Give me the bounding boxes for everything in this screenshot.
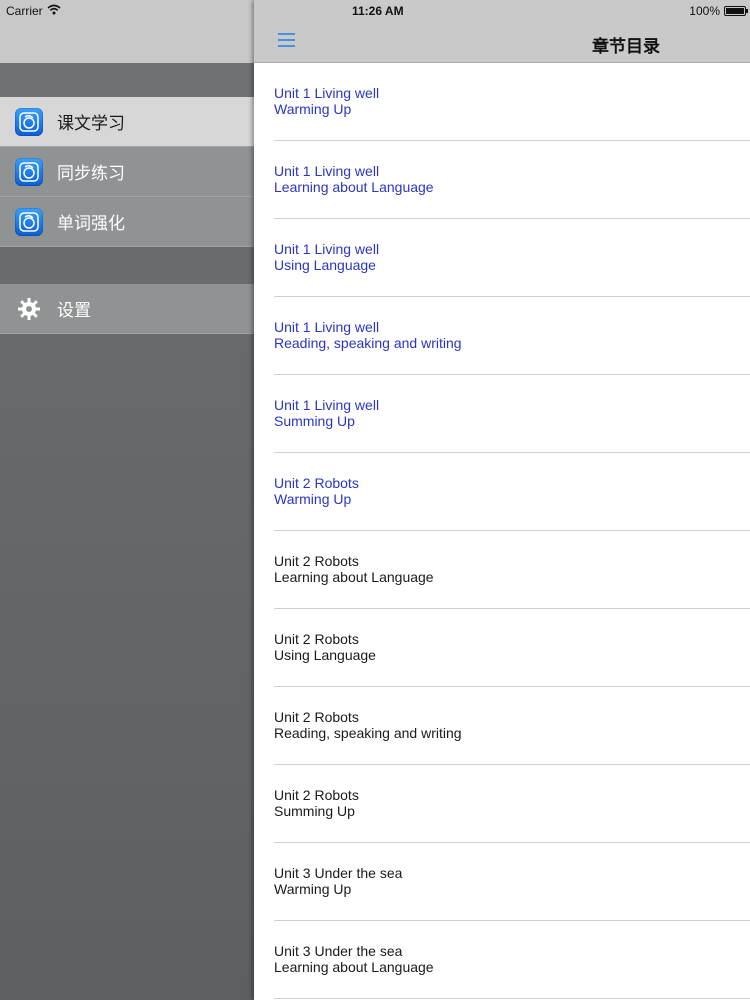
sidebar-item-practice[interactable]: 同步练习 xyxy=(0,147,256,197)
chapter-unit: Unit 1 Living well xyxy=(274,397,380,413)
chapter-section: Reading, speaking and writing xyxy=(274,725,462,741)
page-title: 章节目录 xyxy=(592,37,660,56)
chapter-unit: Unit 2 Robots xyxy=(274,553,359,569)
chapter-row[interactable]: Unit 2 Robots Using Language xyxy=(254,609,750,687)
chapter-section: Warming Up xyxy=(274,101,352,117)
carrier-indicator: Carrier xyxy=(6,4,61,18)
chapter-row[interactable]: Unit 3 Under the sea Learning about Langu… xyxy=(254,921,750,999)
wifi-icon xyxy=(47,4,61,18)
chapter-unit: Unit 1 Living well xyxy=(274,319,380,335)
sidebar-item-label: 同步练习 xyxy=(57,164,125,183)
app-icon xyxy=(15,207,43,236)
app-icon xyxy=(15,107,43,136)
chapter-unit: Unit 2 Robots xyxy=(274,709,359,725)
chapter-section: Using Language xyxy=(274,647,376,663)
sidebar-menu: 课文学习 同步练习 单词强化 xyxy=(0,97,256,247)
chapter-section: Warming Up xyxy=(274,881,352,897)
chapter-row[interactable]: Unit 2 Robots Warming Up xyxy=(254,453,750,531)
chapter-list: Unit 1 Living well Warming Up Unit 1 Livin… xyxy=(254,63,750,999)
chapter-unit: Unit 2 Robots xyxy=(274,475,359,491)
app-icon xyxy=(15,157,43,186)
chapter-row[interactable]: Unit 1 Living well Learning about Languag… xyxy=(254,141,750,219)
chapter-unit: Unit 2 Robots xyxy=(274,787,359,803)
battery-icon xyxy=(724,6,748,16)
chapter-section: Warming Up xyxy=(274,491,352,507)
chapter-section: Learning about Language xyxy=(274,569,434,585)
sidebar: 课文学习 同步练习 单词强化 设置 xyxy=(0,0,256,1000)
sidebar-settings-group: 设置 xyxy=(0,284,256,334)
sidebar-item-label: 课文学习 xyxy=(57,114,125,133)
status-bar: Carrier 11:26 AM 100% xyxy=(0,0,750,22)
chapter-section: Using Language xyxy=(274,257,376,273)
chapter-row[interactable]: Unit 1 Living well Warming Up xyxy=(254,63,750,141)
chapter-section: Summing Up xyxy=(274,803,355,819)
chapter-row[interactable]: Unit 1 Living well Using Language xyxy=(254,219,750,297)
chapter-panel: 章节目录 Unit 1 Living well Warming Up Unit 1 … xyxy=(254,0,750,1000)
sidebar-item-label: 单词强化 xyxy=(57,214,125,233)
chapter-row[interactable]: Unit 2 Robots Learning about Language xyxy=(254,531,750,609)
battery-indicator: 100% xyxy=(689,4,748,18)
carrier-label: Carrier xyxy=(6,4,43,18)
sidebar-item-settings[interactable]: 设置 xyxy=(0,284,256,334)
chapter-unit: Unit 1 Living well xyxy=(274,163,380,179)
status-time: 11:26 AM xyxy=(352,4,404,18)
sidebar-item-vocabulary[interactable]: 单词强化 xyxy=(0,197,256,247)
chapter-section: Learning about Language xyxy=(274,959,434,975)
chapter-unit: Unit 2 Robots xyxy=(274,631,359,647)
chapter-section: Summing Up xyxy=(274,413,355,429)
chapter-section: Learning about Language xyxy=(274,179,434,195)
chapter-unit: Unit 3 Under the sea xyxy=(274,943,403,959)
chapter-row[interactable]: Unit 3 Under the sea Warming Up xyxy=(254,843,750,921)
chapter-unit: Unit 3 Under the sea xyxy=(274,865,403,881)
chapter-row[interactable]: Unit 2 Robots Summing Up xyxy=(254,765,750,843)
sidebar-item-lessons[interactable]: 课文学习 xyxy=(0,97,256,147)
chapter-row[interactable]: Unit 1 Living well Summing Up xyxy=(254,375,750,453)
chapter-unit: Unit 1 Living well xyxy=(274,85,380,101)
chapter-row[interactable]: Unit 1 Living well Reading, speaking and … xyxy=(254,297,750,375)
chapter-unit: Unit 1 Living well xyxy=(274,241,380,257)
chapter-row[interactable]: Unit 2 Robots Reading, speaking and writi… xyxy=(254,687,750,765)
gear-icon xyxy=(15,295,43,323)
battery-percent: 100% xyxy=(689,4,720,18)
chapter-section: Reading, speaking and writing xyxy=(274,335,462,351)
sidebar-item-label: 设置 xyxy=(57,301,91,320)
